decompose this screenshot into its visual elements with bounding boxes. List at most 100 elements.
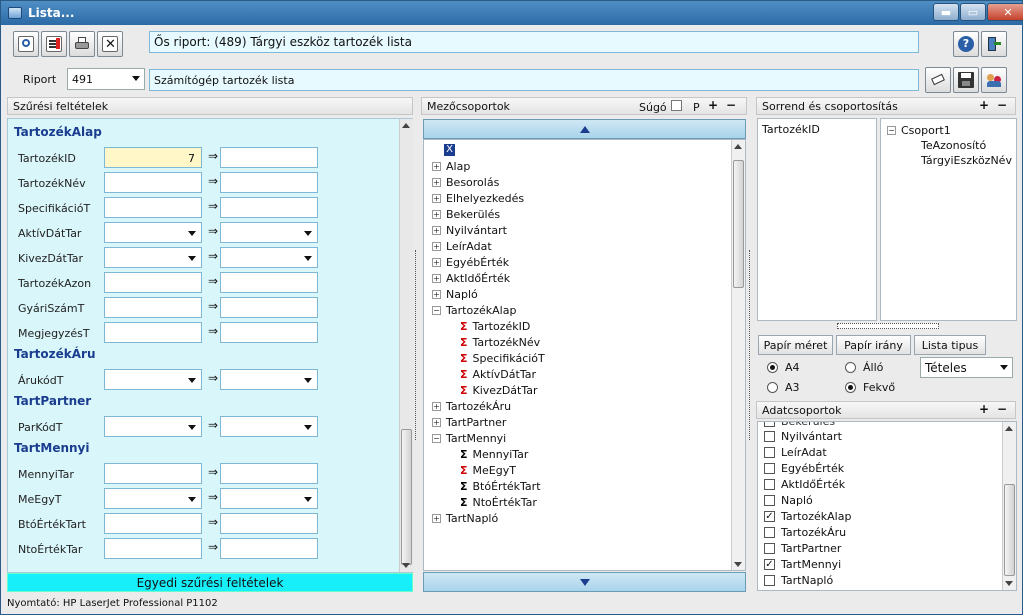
filter-from-input[interactable] <box>104 272 202 293</box>
tree-root[interactable]: X <box>444 144 455 156</box>
expand-icon[interactable]: + <box>432 178 441 187</box>
filter-from-input[interactable] <box>104 172 202 193</box>
users-button[interactable] <box>981 67 1007 93</box>
collapse-icon[interactable]: − <box>432 306 441 315</box>
tree-node[interactable]: + TartPartner <box>432 416 506 429</box>
custom-filter-button[interactable]: Egyedi szűrési feltételek <box>7 573 413 592</box>
radio-a3[interactable]: A3 <box>767 381 800 394</box>
filter-from-input[interactable] <box>104 416 202 437</box>
close-button[interactable]: ✕ <box>987 3 1023 21</box>
report-name-field[interactable]: Számítógép tartozék lista <box>149 69 919 91</box>
clear-button[interactable] <box>925 67 951 93</box>
checkbox-icon[interactable] <box>764 575 775 586</box>
sort-remove-button[interactable]: − <box>997 98 1007 112</box>
collapse-icon[interactable]: − <box>887 126 896 135</box>
expand-icon[interactable]: + <box>432 402 441 411</box>
scroll-up-icon[interactable] <box>1005 426 1013 431</box>
list-item[interactable]: EgyébÉrték <box>764 462 844 475</box>
filter-from-input[interactable]: 7 <box>104 147 202 168</box>
help-button[interactable]: ? <box>953 31 979 57</box>
scroll-up-icon[interactable] <box>402 123 410 128</box>
sort-item[interactable]: TartozékID <box>762 123 820 136</box>
tree-node[interactable]: + LeírAdat <box>432 240 492 253</box>
exit-button[interactable] <box>981 31 1007 57</box>
scroll-down-icon[interactable] <box>1005 581 1013 586</box>
list-item[interactable]: TartPartner <box>764 542 841 555</box>
filter-to-input[interactable] <box>220 513 318 534</box>
list-item[interactable]: LeírAdat <box>764 446 827 459</box>
scroll-up-icon[interactable] <box>734 144 742 149</box>
maximize-button[interactable]: ▭ <box>960 3 986 21</box>
checkbox-icon[interactable] <box>764 495 775 506</box>
filter-to-input[interactable] <box>220 488 318 509</box>
filter-from-input[interactable] <box>104 369 202 390</box>
filter-to-input[interactable] <box>220 322 318 343</box>
checkbox-checked-icon[interactable]: ✓ <box>764 559 775 570</box>
paper-size-button[interactable]: Papír méret <box>758 335 833 355</box>
filter-to-input[interactable] <box>220 197 318 218</box>
filter-from-input[interactable] <box>104 247 202 268</box>
filter-from-input[interactable] <box>104 538 202 559</box>
filter-to-input[interactable] <box>220 272 318 293</box>
tree-node[interactable]: Σ SpecifikációT <box>460 352 545 365</box>
filter-to-input[interactable] <box>220 416 318 437</box>
scroll-thumb[interactable] <box>1004 484 1015 576</box>
tree-node[interactable]: + Alap <box>432 160 470 173</box>
expand-icon[interactable]: + <box>432 274 441 283</box>
tree-node[interactable]: + Napló <box>432 288 478 301</box>
expand-icon[interactable]: + <box>432 514 441 523</box>
tree-node[interactable]: + EgyébÉrték <box>432 256 509 269</box>
radio-a4[interactable]: A4 <box>767 361 800 374</box>
list-item-partial[interactable]: Bekerülés <box>764 422 835 428</box>
tree-node[interactable]: Σ TartozékNév <box>460 336 540 349</box>
tree-node[interactable]: + AktIdőÉrték <box>432 272 510 285</box>
tree-node[interactable]: + TartozékÁru <box>432 400 511 413</box>
sort-add-button[interactable]: + <box>979 98 989 112</box>
checkbox-icon[interactable] <box>764 463 775 474</box>
expand-icon[interactable]: + <box>432 162 441 171</box>
expand-all-button[interactable]: + <box>708 98 718 112</box>
scroll-thumb[interactable] <box>401 429 412 565</box>
filter-from-input[interactable] <box>104 322 202 343</box>
filter-from-input[interactable] <box>104 197 202 218</box>
checkbox-icon[interactable] <box>764 527 775 538</box>
tree-node[interactable]: + Nyilvántart <box>432 224 507 237</box>
list-item[interactable]: Nyilvántart <box>764 430 842 443</box>
list-item[interactable]: TartozékÁru <box>764 526 846 539</box>
expand-icon[interactable]: + <box>432 290 441 299</box>
checkbox-icon[interactable] <box>764 479 775 490</box>
tree-node[interactable]: + Besorolás <box>432 176 499 189</box>
expand-icon[interactable]: + <box>432 258 441 267</box>
paper-orientation-button[interactable]: Papír irány <box>836 335 911 355</box>
expand-icon[interactable]: + <box>432 194 441 203</box>
filter-to-input[interactable] <box>220 172 318 193</box>
filter-from-input[interactable] <box>104 463 202 484</box>
print-button[interactable] <box>69 31 95 57</box>
list-item[interactable]: TartNapló <box>764 574 833 587</box>
delete-button[interactable]: ✕ <box>97 31 123 57</box>
filter-scrollbar[interactable] <box>399 119 413 572</box>
filter-from-input[interactable] <box>104 222 202 243</box>
tree-node[interactable]: + Bekerülés <box>432 208 500 221</box>
tree-node[interactable]: + TartNapló <box>432 512 498 525</box>
tree-node[interactable]: Σ TartozékID <box>460 320 530 333</box>
group-item[interactable]: TeAzonosító <box>921 139 986 152</box>
scroll-thumb[interactable] <box>733 160 744 288</box>
tree-node[interactable]: Σ MennyiTar <box>460 448 528 461</box>
collapse-icon[interactable]: − <box>432 434 441 443</box>
checkbox-icon[interactable] <box>764 447 775 458</box>
datagroups-scrollbar[interactable] <box>1002 422 1016 590</box>
expand-icon[interactable]: + <box>432 210 441 219</box>
list-type-button[interactable]: Lista tipus <box>914 335 986 355</box>
tree-scrollbar[interactable] <box>731 140 745 570</box>
help-checkbox[interactable] <box>671 100 682 111</box>
tree-node[interactable]: + Elhelyezkedés <box>432 192 524 205</box>
filter-to-input[interactable] <box>220 247 318 268</box>
list-item[interactable]: ✓ TartMennyi <box>764 558 841 571</box>
minimize-button[interactable]: ▬ <box>933 3 959 21</box>
datagroups-remove-button[interactable]: − <box>997 402 1007 416</box>
expand-icon[interactable]: + <box>432 226 441 235</box>
list-item[interactable]: Napló <box>764 494 813 507</box>
filter-to-input[interactable] <box>220 369 318 390</box>
tree-node[interactable]: − TartozékAlap <box>432 304 516 317</box>
